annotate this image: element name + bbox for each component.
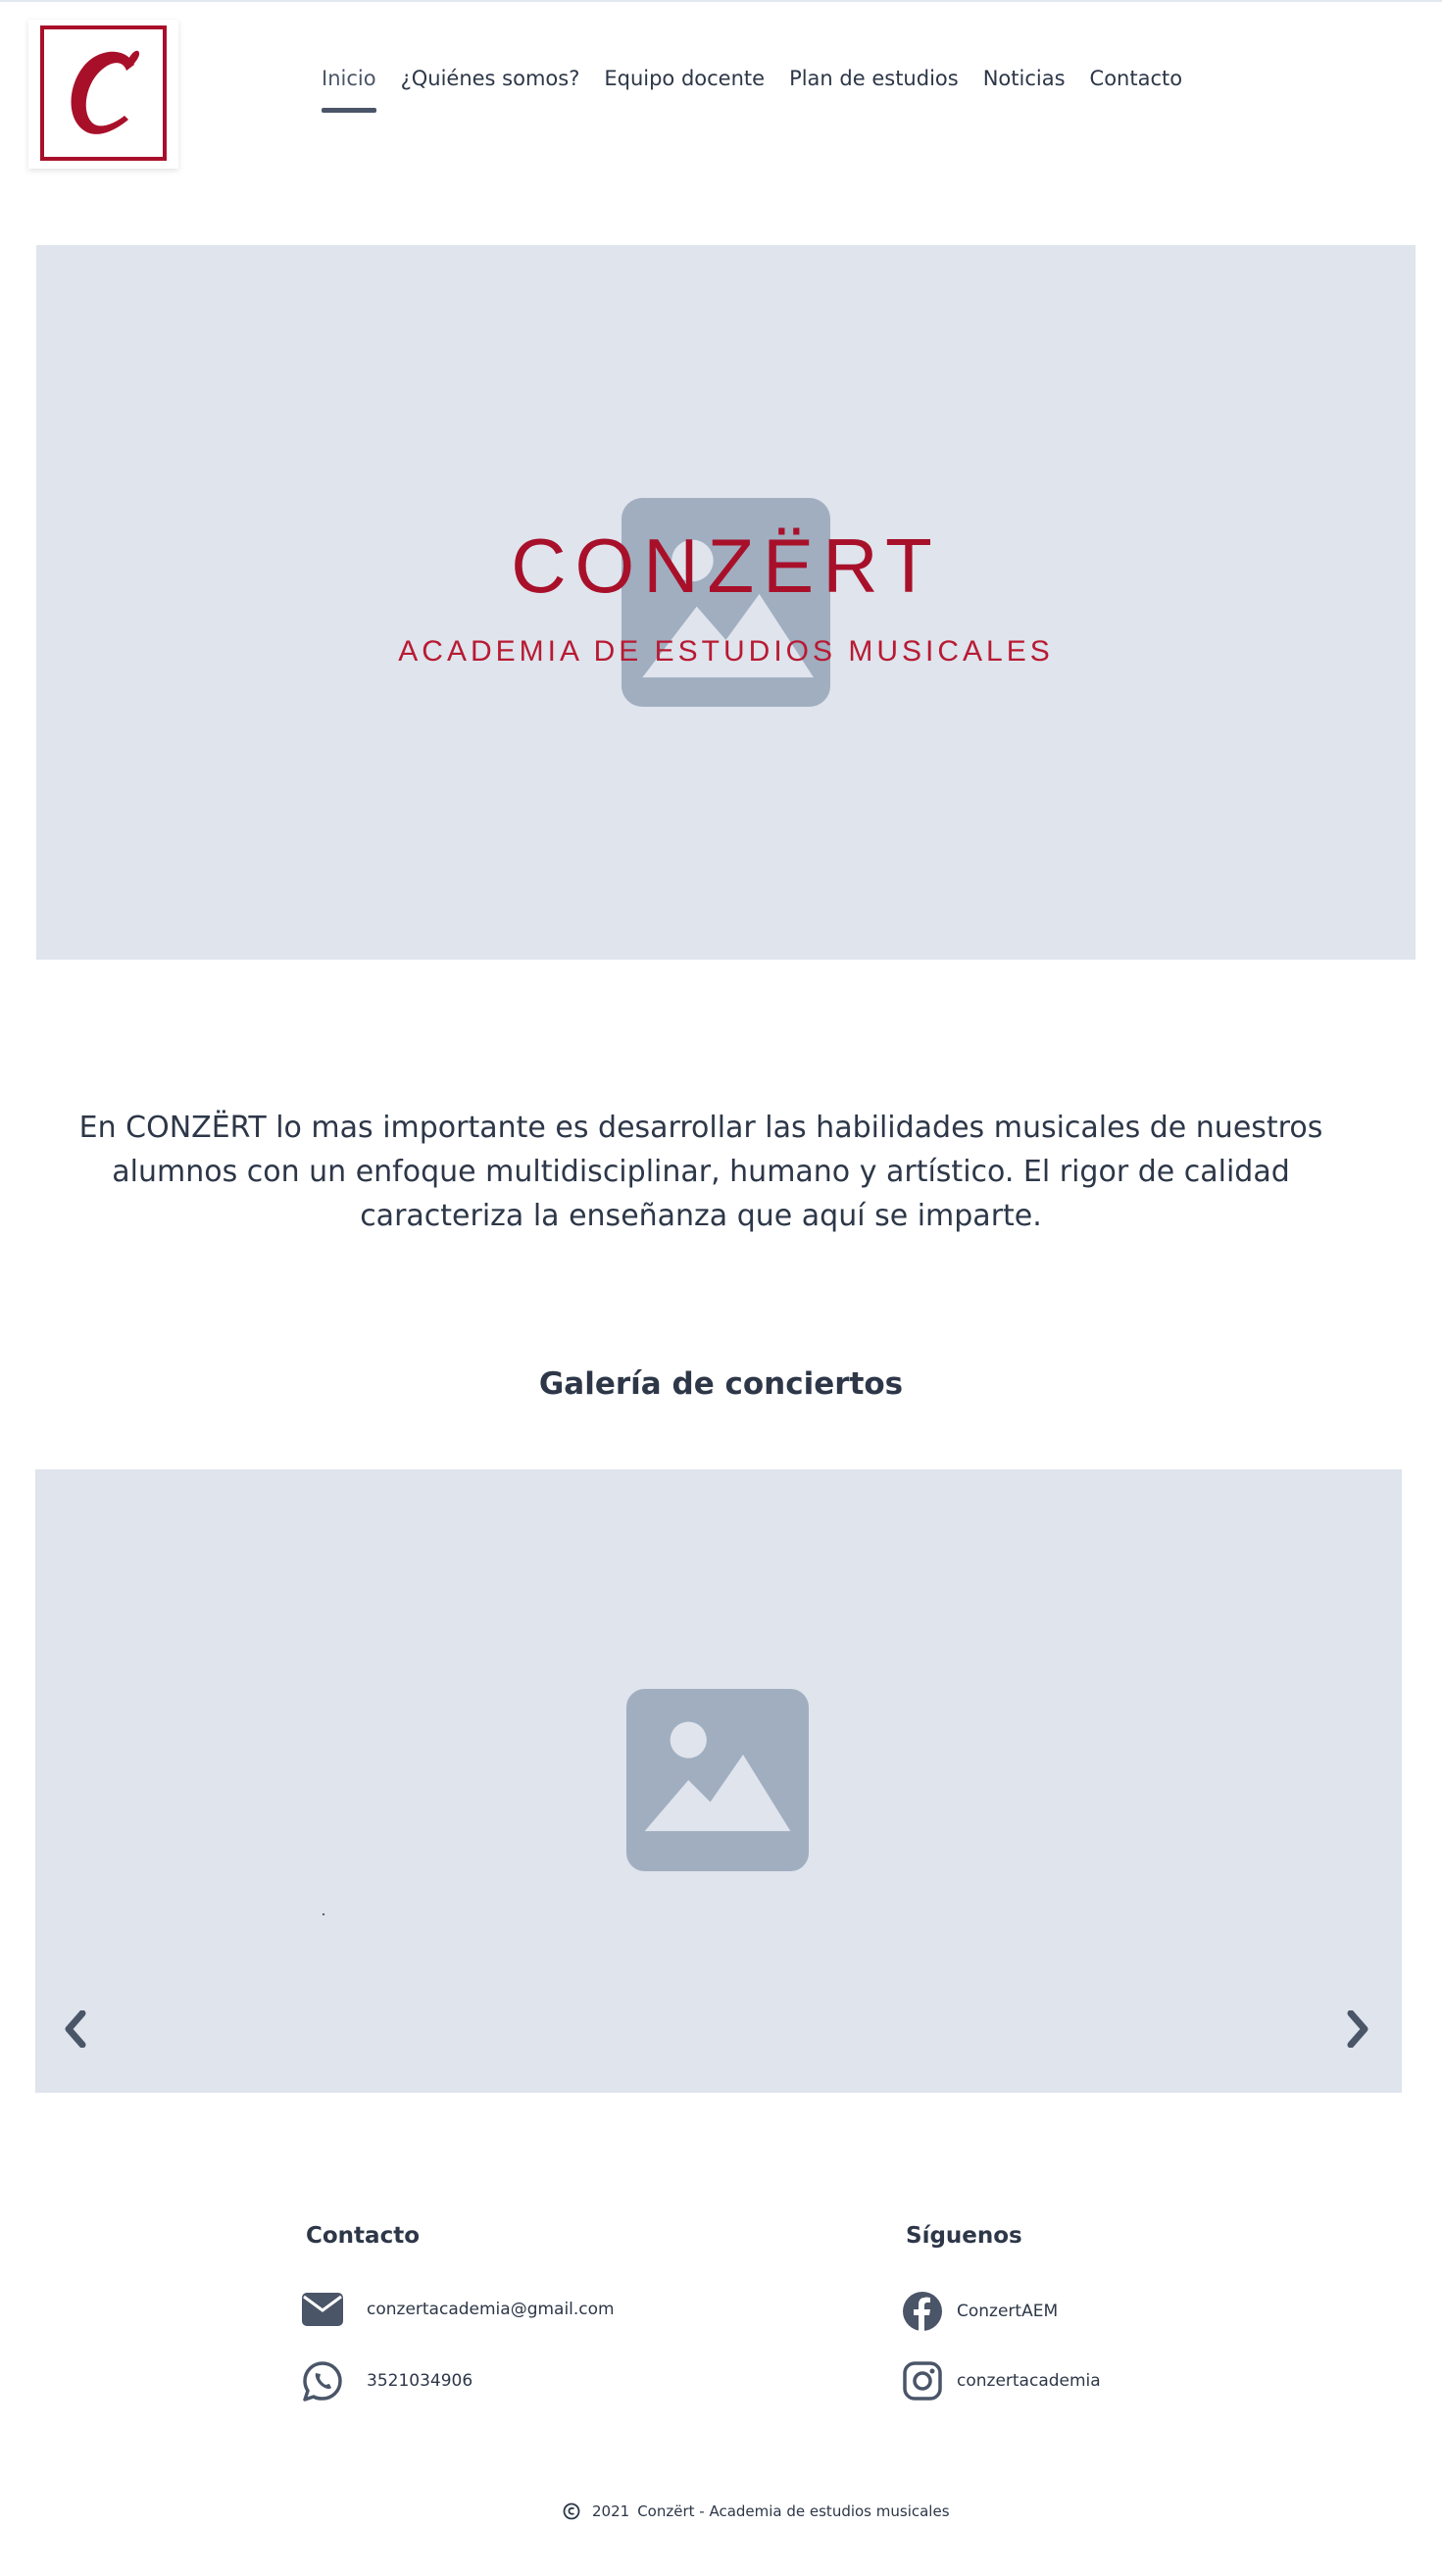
- whatsapp-icon: [303, 2361, 342, 2402]
- footer-email[interactable]: conzertacademia@gmail.com: [302, 2293, 615, 2326]
- nav-item-inicio[interactable]: Inicio: [322, 67, 376, 113]
- nav-item-equipo-docente[interactable]: Equipo docente: [604, 67, 765, 90]
- top-border: [0, 0, 1442, 2]
- image-placeholder-icon: [626, 1689, 809, 1871]
- facebook-icon: [903, 2292, 942, 2331]
- carousel-dot: [323, 1913, 324, 1915]
- concert-gallery-carousel[interactable]: [35, 1469, 1402, 2093]
- main-nav: Inicio ¿Quiénes somos? Equipo docente Pl…: [322, 67, 1207, 113]
- footer-social-heading: Síguenos: [906, 2223, 1022, 2249]
- copyright-icon: [563, 2502, 580, 2520]
- footer-instagram[interactable]: conzertacademia: [902, 2360, 1101, 2402]
- nav-item-contacto[interactable]: Contacto: [1090, 67, 1183, 90]
- intro-text: En CONZËRT lo mas importante es desarrol…: [78, 1111, 1323, 1233]
- copyright-year: 2021: [592, 2502, 630, 2520]
- hero-subtitle: ACADEMIA DE ESTUDIOS MUSICALES: [398, 635, 1054, 668]
- hero-title: CONZËRT: [511, 522, 941, 609]
- footer-instagram-text[interactable]: conzertacademia: [957, 2371, 1101, 2391]
- footer-phone-text[interactable]: 3521034906: [367, 2371, 472, 2391]
- chevron-right-icon[interactable]: [1345, 2010, 1370, 2048]
- footer-social: Síguenos ConzertAEM conzertacademia: [902, 2223, 1101, 2401]
- nav-item-noticias[interactable]: Noticias: [983, 67, 1066, 90]
- nav-item-quienes-somos[interactable]: ¿Quiénes somos?: [401, 67, 580, 90]
- footer-facebook[interactable]: ConzertAEM: [902, 2291, 1058, 2332]
- hero-banner: CONZËRT ACADEMIA DE ESTUDIOS MUSICALES: [36, 245, 1416, 960]
- footer-phone[interactable]: 3521034906: [302, 2360, 472, 2402]
- footer-copyright: 2021 Conzërt - Academia de estudios musi…: [563, 2502, 950, 2520]
- nav-item-plan-de-estudios[interactable]: Plan de estudios: [789, 67, 959, 90]
- footer-contact-heading: Contacto: [306, 2223, 420, 2249]
- instagram-icon: [903, 2361, 942, 2401]
- footer-facebook-text[interactable]: ConzertAEM: [957, 2302, 1058, 2321]
- logo-c-icon: [40, 25, 167, 161]
- envelope-icon: [302, 2293, 343, 2326]
- footer-contact: Contacto conzertacademia@gmail.com 35210…: [302, 2223, 615, 2402]
- footer-email-text[interactable]: conzertacademia@gmail.com: [367, 2300, 615, 2319]
- chevron-left-icon[interactable]: [63, 2010, 88, 2048]
- gallery-title: Galería de conciertos: [538, 1366, 904, 1402]
- copyright-text: Conzërt - Academia de estudios musicales: [637, 2502, 950, 2520]
- site-logo[interactable]: [28, 20, 178, 169]
